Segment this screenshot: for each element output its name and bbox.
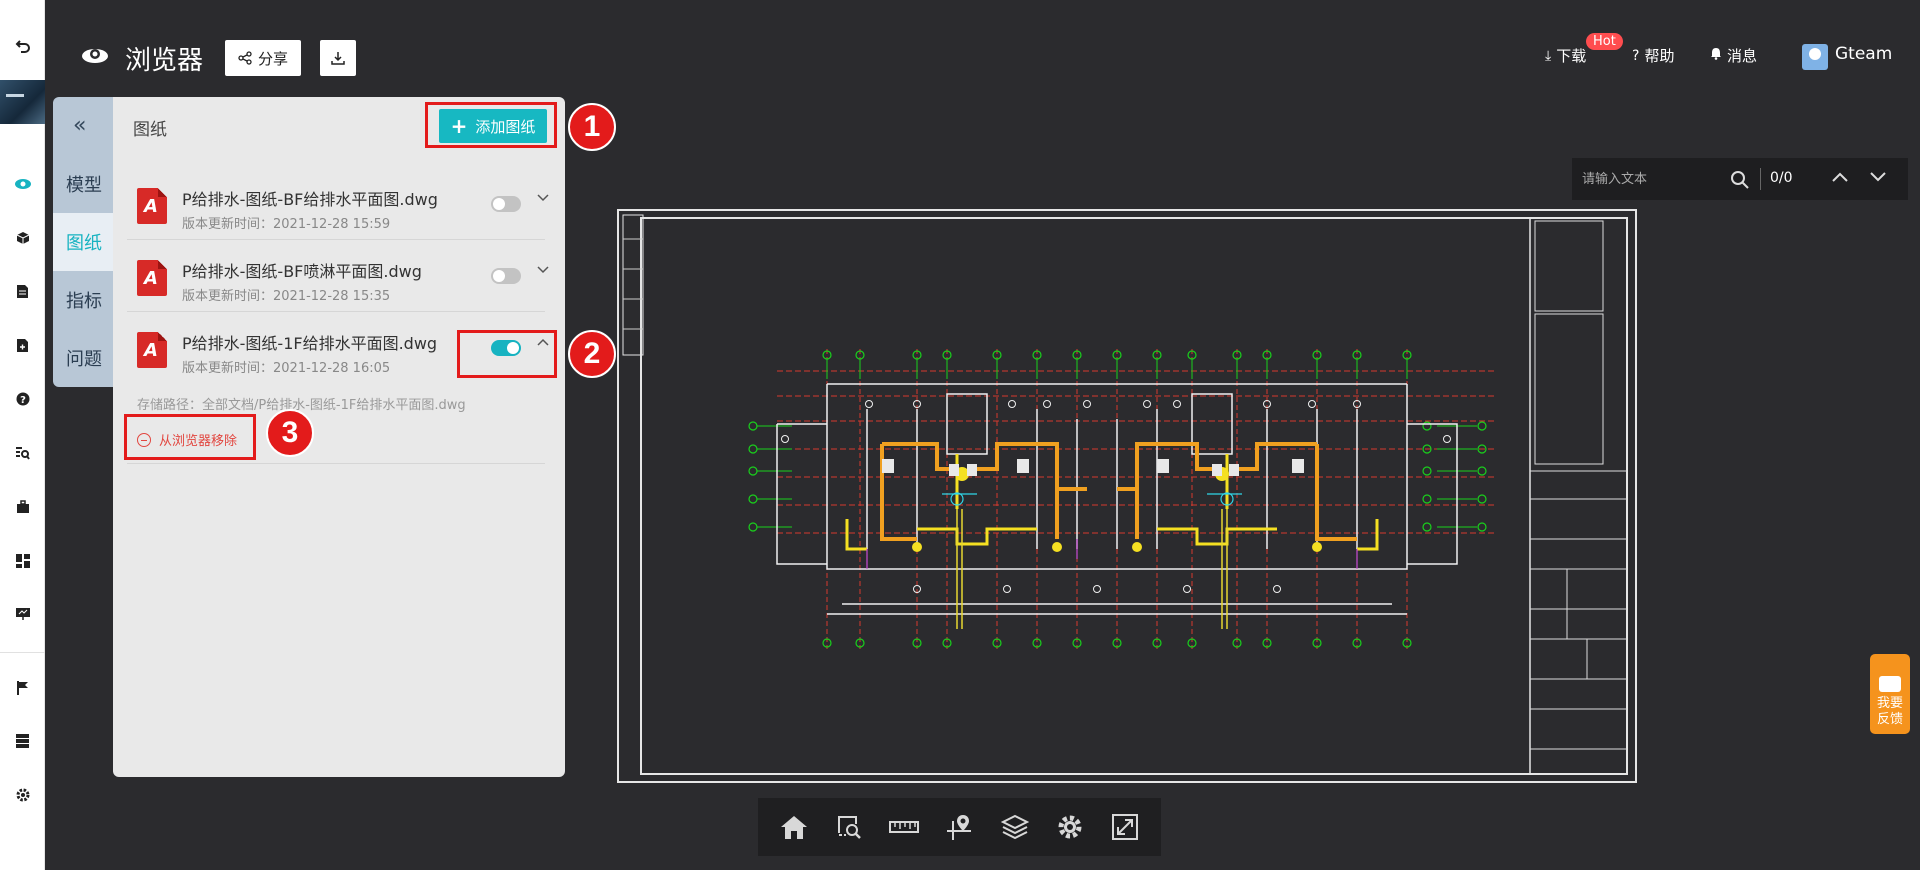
search-input[interactable]	[1582, 166, 1802, 192]
ruler-icon[interactable]	[884, 807, 924, 847]
help-label: 帮助	[1644, 47, 1675, 65]
search-divider	[1760, 168, 1761, 190]
callout-number: 1	[568, 103, 616, 151]
share-label: 分享	[257, 49, 288, 68]
file-name: P给排水-图纸-BF喷淋平面图.dwg	[182, 262, 422, 281]
search-count: 0/0	[1770, 170, 1793, 186]
feedback-line1: 我要	[1876, 696, 1903, 711]
left-rail: ?	[0, 0, 45, 870]
viewer-toolbar	[758, 798, 1161, 856]
file-time: 版本更新时间：2021-12-28 16:05	[182, 361, 391, 376]
file-name: P给排水-图纸-BF给排水平面图.dwg	[182, 190, 438, 209]
file-name: P给排水-图纸-1F给排水平面图.dwg	[182, 334, 438, 353]
callout-box-toggle	[457, 330, 557, 378]
presentation-icon[interactable]	[0, 600, 45, 628]
chevron-down-icon[interactable]	[537, 262, 549, 278]
download-arrow-icon: ⤓	[1545, 47, 1552, 64]
share-button[interactable]: 分享	[225, 40, 301, 76]
back-icon[interactable]	[0, 32, 45, 60]
chevron-up-icon[interactable]	[1832, 164, 1848, 187]
chevron-down-icon[interactable]	[537, 190, 549, 206]
dwg-file-icon: A	[137, 260, 167, 296]
tab-indicators[interactable]: 指标	[53, 271, 115, 329]
callout-box-remove	[124, 414, 256, 460]
dashboard-icon[interactable]	[0, 547, 45, 575]
chat-icon	[1879, 676, 1901, 692]
visibility-toggle[interactable]	[491, 268, 521, 284]
divider	[127, 463, 545, 464]
tab-issues[interactable]: 问题	[53, 329, 115, 387]
file-row[interactable]: A P给排水-图纸-BF给排水平面图.dwg 版本更新时间：2021-12-28…	[127, 170, 549, 240]
callout-box-add	[425, 102, 557, 148]
zoom-window-icon[interactable]	[829, 807, 869, 847]
download-menu[interactable]: ⤓ 下载	[1545, 45, 1586, 66]
hot-badge: Hot	[1586, 33, 1623, 50]
file-time: 版本更新时间：2021-12-28 15:35	[182, 289, 391, 304]
project-thumbnail[interactable]	[0, 80, 45, 124]
help-icon[interactable]: ?	[0, 385, 45, 413]
help-menu[interactable]: ? 帮助	[1632, 45, 1674, 66]
messages-label: 消息	[1727, 47, 1758, 65]
cad-drawing-view[interactable]	[617, 209, 1638, 784]
download-label: 下载	[1556, 47, 1587, 65]
svg-text:?: ?	[20, 395, 26, 406]
tab-model[interactable]: 模型	[53, 155, 115, 213]
export-button[interactable]	[320, 40, 356, 76]
chevron-down-icon[interactable]	[1870, 164, 1886, 187]
callout-number: 3	[266, 409, 314, 457]
share-icon	[238, 51, 252, 65]
gear-icon[interactable]	[0, 781, 45, 809]
table-icon[interactable]	[0, 727, 45, 755]
pin-icon[interactable]	[939, 807, 979, 847]
feedback-line2: 反馈	[1876, 712, 1903, 727]
search-icon[interactable]	[1730, 170, 1750, 194]
browser-logo-icon	[80, 44, 110, 66]
double-chevron-left-icon[interactable]: «	[73, 113, 86, 138]
settings-icon[interactable]	[1050, 807, 1090, 847]
callout-number: 2	[568, 330, 616, 378]
visibility-toggle[interactable]	[491, 196, 521, 212]
storage-path: 存储路径：全部文档/P给排水-图纸-1F给排水平面图.dwg	[137, 398, 466, 413]
download-icon	[331, 52, 345, 65]
messages-menu[interactable]: 消息	[1710, 45, 1757, 66]
briefcase-icon[interactable]	[0, 493, 45, 521]
bell-icon	[1710, 47, 1722, 64]
file-row[interactable]: A P给排水-图纸-BF喷淋平面图.dwg 版本更新时间：2021-12-28 …	[127, 242, 549, 312]
fullscreen-icon[interactable]	[1105, 807, 1145, 847]
dwg-file-icon: A	[137, 188, 167, 224]
tab-drawings[interactable]: 图纸	[53, 213, 115, 271]
file-plus-icon[interactable]	[0, 331, 45, 359]
home-icon[interactable]	[774, 807, 814, 847]
username[interactable]: Gteam	[1835, 44, 1892, 64]
eye-icon[interactable]	[0, 170, 45, 198]
list-search-icon[interactable]	[0, 439, 45, 467]
side-tabs: « 模型 图纸 指标 问题	[53, 97, 115, 387]
layers-icon[interactable]	[995, 807, 1035, 847]
panel-title: 图纸	[133, 120, 167, 140]
cube-icon[interactable]	[0, 224, 45, 252]
page-title: 浏览器	[125, 46, 204, 76]
flag-icon[interactable]	[0, 674, 45, 702]
document-icon[interactable]	[0, 277, 45, 305]
feedback-button[interactable]: 我要 反馈	[1870, 654, 1910, 734]
dwg-file-icon: A	[137, 332, 167, 368]
question-icon: ?	[1632, 47, 1640, 64]
rail-divider	[0, 652, 45, 653]
file-time: 版本更新时间：2021-12-28 15:59	[182, 217, 391, 232]
avatar[interactable]	[1802, 44, 1828, 70]
